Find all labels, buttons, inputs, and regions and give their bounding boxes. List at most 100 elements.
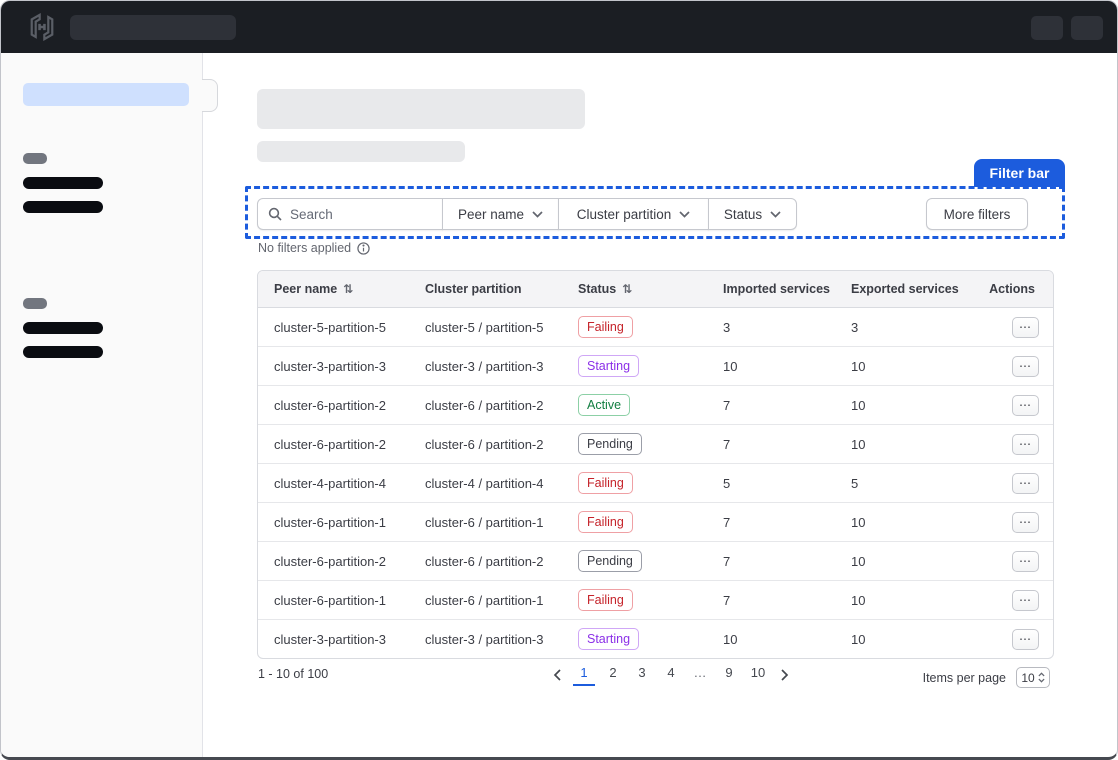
- row-actions-button[interactable]: ⋯: [1012, 434, 1039, 455]
- page-subtitle-skeleton: [257, 141, 465, 162]
- page-number-9[interactable]: 9: [718, 663, 740, 686]
- items-per-page-select[interactable]: 10: [1016, 667, 1050, 688]
- imported-services-cell: 3: [707, 308, 835, 346]
- nav-action-placeholder-2[interactable]: [1071, 16, 1103, 40]
- column-header-peer-name[interactable]: Peer name ⇅: [258, 271, 409, 307]
- exported-services-cell: 3: [835, 308, 964, 346]
- sidebar-active-item-skeleton[interactable]: [23, 83, 189, 106]
- info-icon[interactable]: [357, 242, 370, 255]
- column-header-imported-services: Imported services: [707, 271, 835, 307]
- more-filters-button[interactable]: More filters: [926, 198, 1028, 230]
- table-row: cluster-4-partition-4cluster-4 / partiti…: [258, 463, 1053, 502]
- status-cell: Failing: [562, 503, 707, 541]
- sidebar-item-skeleton[interactable]: [23, 346, 103, 358]
- actions-cell: ⋯: [964, 503, 1053, 541]
- peer-name-filter-dropdown[interactable]: Peer name: [442, 198, 559, 230]
- table-row: cluster-6-partition-1cluster-6 / partiti…: [258, 502, 1053, 541]
- imported-services-cell: 10: [707, 347, 835, 385]
- sidebar-section-label-skeleton: [23, 153, 47, 164]
- exported-services-cell: 10: [835, 347, 964, 385]
- peer-name-cell: cluster-5-partition-5: [258, 308, 409, 346]
- dropdown-label: Peer name: [458, 207, 524, 222]
- sort-icon[interactable]: ⇅: [622, 283, 632, 295]
- exported-services-cell: 10: [835, 386, 964, 424]
- status-cell: Starting: [562, 620, 707, 658]
- row-actions-button[interactable]: ⋯: [1012, 551, 1039, 572]
- page-number-10[interactable]: 10: [747, 663, 769, 686]
- sidebar-item-skeleton[interactable]: [23, 177, 103, 189]
- filter-status-row: No filters applied: [258, 241, 370, 255]
- cluster-partition-filter-dropdown[interactable]: Cluster partition: [558, 198, 709, 230]
- sidebar-item-skeleton[interactable]: [23, 322, 103, 334]
- imported-services-cell: 7: [707, 581, 835, 619]
- exported-services-cell: 10: [835, 503, 964, 541]
- cluster-partition-cell: cluster-4 / partition-4: [409, 464, 562, 502]
- actions-cell: ⋯: [964, 425, 1053, 463]
- peer-name-cell: cluster-6-partition-2: [258, 425, 409, 463]
- status-cell: Failing: [562, 581, 707, 619]
- search-input[interactable]: Search: [257, 198, 443, 230]
- exported-services-cell: 10: [835, 425, 964, 463]
- peer-name-cell: cluster-3-partition-3: [258, 347, 409, 385]
- peers-table: Peer name ⇅ Cluster partition Status ⇅ I…: [257, 270, 1054, 659]
- cluster-partition-cell: cluster-6 / partition-1: [409, 581, 562, 619]
- row-actions-button[interactable]: ⋯: [1012, 590, 1039, 611]
- next-page-icon[interactable]: [776, 669, 793, 681]
- table-header-row: Peer name ⇅ Cluster partition Status ⇅ I…: [258, 271, 1053, 308]
- imported-services-cell: 7: [707, 503, 835, 541]
- exported-services-cell: 5: [835, 464, 964, 502]
- row-actions-button[interactable]: ⋯: [1012, 395, 1039, 416]
- page-number-1[interactable]: 1: [573, 663, 595, 686]
- page-number-list: 1234…910: [573, 663, 769, 686]
- pagination-range-text: 1 - 10 of 100: [258, 667, 328, 681]
- status-badge: Failing: [578, 316, 633, 338]
- actions-cell: ⋯: [964, 542, 1053, 580]
- nav-action-placeholder-1[interactable]: [1031, 16, 1063, 40]
- page-title-skeleton: [257, 89, 585, 129]
- sidebar-section-label-skeleton: [23, 298, 47, 309]
- exported-services-cell: 10: [835, 581, 964, 619]
- status-filter-dropdown[interactable]: Status: [708, 198, 797, 230]
- cluster-partition-cell: cluster-6 / partition-1: [409, 503, 562, 541]
- top-navigation-bar: [1, 1, 1117, 53]
- stepper-icon: [1038, 672, 1045, 683]
- row-actions-button[interactable]: ⋯: [1012, 317, 1039, 338]
- row-actions-button[interactable]: ⋯: [1012, 629, 1039, 650]
- exported-services-cell: 10: [835, 542, 964, 580]
- page-number-4[interactable]: 4: [660, 663, 682, 686]
- table-row: cluster-5-partition-5cluster-5 / partiti…: [258, 308, 1053, 346]
- table-row: cluster-6-partition-2cluster-6 / partiti…: [258, 541, 1053, 580]
- annotation-tag: Filter bar: [974, 159, 1065, 187]
- nav-search-placeholder[interactable]: [70, 15, 236, 40]
- peer-name-cell: cluster-6-partition-1: [258, 581, 409, 619]
- row-actions-button[interactable]: ⋯: [1012, 512, 1039, 533]
- sort-icon[interactable]: ⇅: [343, 283, 353, 295]
- column-header-actions: Actions: [964, 271, 1053, 307]
- imported-services-cell: 7: [707, 542, 835, 580]
- search-placeholder: Search: [290, 207, 333, 222]
- row-actions-button[interactable]: ⋯: [1012, 356, 1039, 377]
- status-badge: Starting: [578, 628, 639, 650]
- status-badge: Pending: [578, 550, 642, 572]
- column-header-status[interactable]: Status ⇅: [562, 271, 707, 307]
- page-number-2[interactable]: 2: [602, 663, 624, 686]
- sidebar-collapse-handle[interactable]: [202, 79, 218, 112]
- previous-page-icon[interactable]: [549, 669, 566, 681]
- items-per-page-label: Items per page: [923, 671, 1006, 685]
- page-number-3[interactable]: 3: [631, 663, 653, 686]
- actions-cell: ⋯: [964, 386, 1053, 424]
- imported-services-cell: 7: [707, 425, 835, 463]
- dropdown-label: Status: [724, 207, 762, 222]
- peer-name-cell: cluster-4-partition-4: [258, 464, 409, 502]
- sidebar-item-skeleton[interactable]: [23, 201, 103, 213]
- hashicorp-logo-icon: [28, 13, 56, 41]
- dropdown-label: Cluster partition: [577, 207, 672, 222]
- cluster-partition-cell: cluster-6 / partition-2: [409, 542, 562, 580]
- peer-name-cell: cluster-3-partition-3: [258, 620, 409, 658]
- imported-services-cell: 10: [707, 620, 835, 658]
- actions-cell: ⋯: [964, 620, 1053, 658]
- status-cell: Failing: [562, 308, 707, 346]
- table-row: cluster-6-partition-1cluster-6 / partiti…: [258, 580, 1053, 619]
- column-label: Exported services: [851, 282, 959, 296]
- row-actions-button[interactable]: ⋯: [1012, 473, 1039, 494]
